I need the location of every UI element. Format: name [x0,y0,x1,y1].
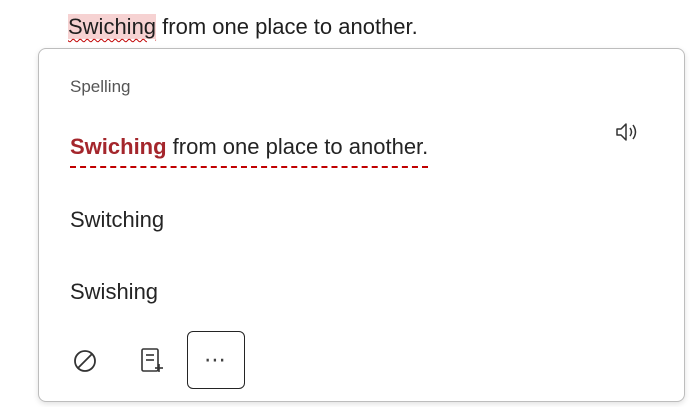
read-aloud-button[interactable] [612,118,646,146]
document-sentence-rest: from one place to another. [156,14,418,39]
document-text-line: Swiching from one place to another. [68,14,418,40]
add-to-dictionary-button[interactable] [133,343,169,379]
ignore-icon [74,350,96,372]
suggestion-switching[interactable]: Switching [70,207,164,233]
context-sentence-rest: from one place to another. [166,134,429,159]
section-label: Spelling [70,77,131,96]
add-to-dictionary-icon [141,348,163,372]
more-options-button[interactable]: ⋯ [187,331,245,389]
ignore-button[interactable] [67,343,103,379]
misspelled-word-in-document[interactable]: Swiching [68,14,157,39]
speaker-icon [616,123,637,141]
context-sentence: Swiching from one place to another. [70,134,429,168]
spelling-suggestion-card: Spelling Swiching from one place to anot… [38,48,685,402]
suggestion-swishing[interactable]: Swishing [70,279,158,305]
context-misspelled-word: Swiching [70,134,167,159]
more-options-icon: ⋯ [204,347,228,372]
